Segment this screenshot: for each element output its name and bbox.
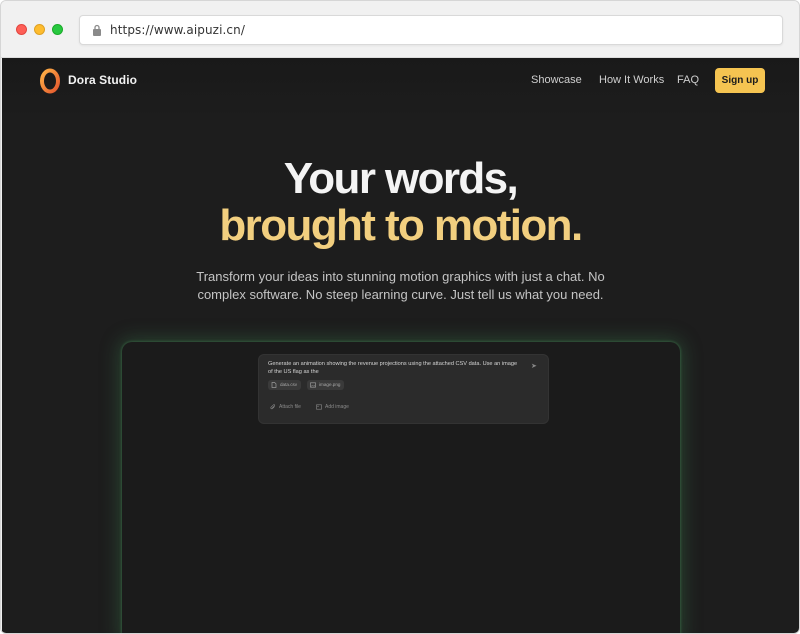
nav-link-faq[interactable]: FAQ [677,74,699,86]
add-image-button[interactable]: Add image [316,403,349,411]
chat-input-box[interactable]: Generate an animation showing the revenu… [258,354,549,424]
hero-title-line-1: Your words, [283,154,519,203]
address-bar-url: https://www.aipuzi.cn/ [110,23,245,37]
browser-chrome: https://www.aipuzi.cn/ [1,1,799,58]
hero-title-line-2: brought to motion. [219,201,583,250]
attachment-name: data.csv [280,382,298,387]
add-image-label: Add image [325,404,349,410]
browser-window: https://www.aipuzi.cn/ Dora Studio Showc… [0,0,800,634]
image-icon [316,404,322,410]
minimize-window-button[interactable] [34,24,45,35]
attach-file-label: Attach file [279,404,301,410]
chat-prompt-text[interactable]: Generate an animation showing the revenu… [268,360,520,376]
file-icon [271,382,277,388]
hero-subtitle: Transform your ideas into stunning motio… [196,269,605,302]
image-icon [310,382,316,388]
dora-logo-icon[interactable] [39,68,61,94]
attachment-name: image.png [319,382,341,387]
demo-panel: Generate an animation showing the revenu… [122,342,680,633]
nav-link-how-it-works[interactable]: How It Works [599,74,664,86]
attach-file-button[interactable]: Attach file [270,403,301,411]
send-icon[interactable]: ➤ [531,363,539,371]
nav-link-showcase[interactable]: Showcase [531,74,582,86]
maximize-window-button[interactable] [52,24,63,35]
brand-name[interactable]: Dora Studio [68,73,137,87]
address-bar[interactable]: https://www.aipuzi.cn/ [79,15,783,45]
paperclip-icon [270,404,276,410]
sign-up-button[interactable]: Sign up [715,68,765,93]
attachment-chip-image[interactable]: image.png [307,380,345,390]
close-window-button[interactable] [16,24,27,35]
attachment-chip-csv[interactable]: data.csv [268,380,302,390]
lock-icon [93,24,101,36]
site-viewport: Dora Studio Showcase How It Works FAQ Si… [2,58,799,633]
